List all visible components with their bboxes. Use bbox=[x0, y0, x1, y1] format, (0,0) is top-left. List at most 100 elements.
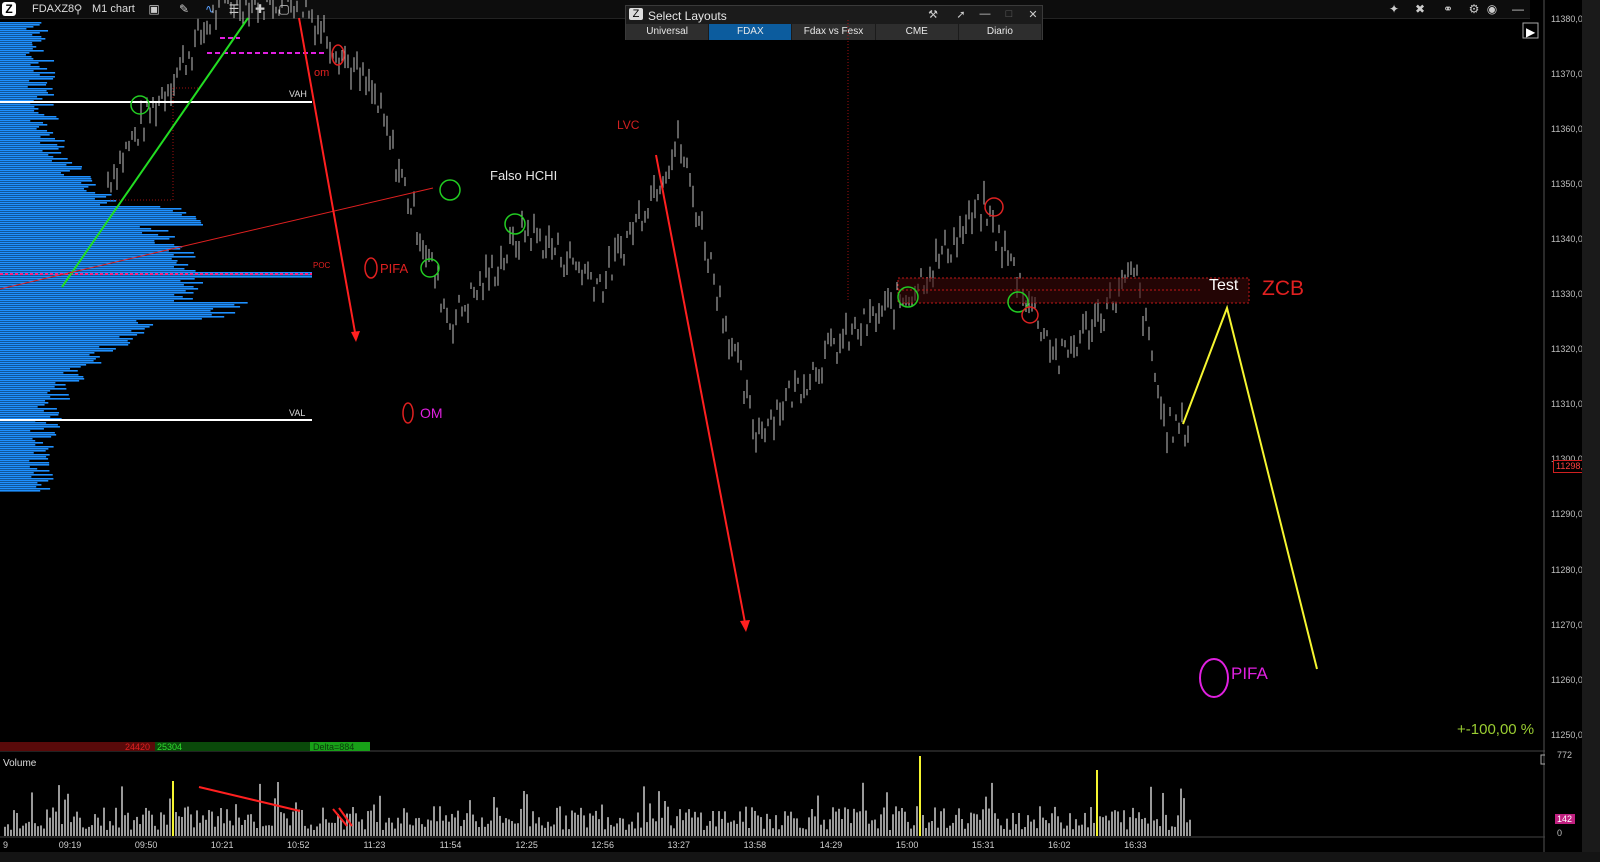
profile-bar bbox=[0, 490, 41, 492]
price-tick-label: 11320,0 bbox=[1551, 344, 1583, 355]
profile-bar bbox=[0, 442, 44, 444]
volume-bar bbox=[106, 829, 108, 836]
green-circle-2[interactable] bbox=[439, 179, 461, 201]
volume-current-badge: 142 bbox=[1555, 814, 1575, 824]
volume-bar bbox=[109, 821, 111, 836]
volume-bar bbox=[481, 817, 483, 836]
red-circle-2[interactable] bbox=[1021, 306, 1039, 324]
volume-bar bbox=[844, 807, 846, 836]
volume-bar bbox=[187, 806, 189, 836]
profile-bar bbox=[0, 146, 65, 148]
volume-bar bbox=[847, 809, 849, 836]
red-circle-1[interactable] bbox=[984, 197, 1004, 217]
volume-bar bbox=[1084, 812, 1086, 836]
profile-bar bbox=[0, 386, 55, 388]
collapse-icon[interactable]: ▶ bbox=[1526, 25, 1536, 39]
pifa-ellipse-1[interactable] bbox=[364, 257, 378, 279]
volume-bar bbox=[751, 807, 753, 836]
volume-bar bbox=[604, 829, 606, 836]
profile-bar bbox=[0, 86, 28, 88]
profile-bar bbox=[0, 368, 70, 370]
volume-bar bbox=[1114, 810, 1116, 836]
profile-bar bbox=[0, 258, 172, 260]
volume-bar bbox=[871, 820, 873, 836]
volume-bar bbox=[670, 825, 672, 836]
volume-bar bbox=[277, 782, 279, 836]
volume-bar bbox=[1078, 825, 1080, 836]
volume-bar bbox=[1066, 825, 1068, 836]
volume-bar bbox=[220, 808, 222, 836]
volume-bar bbox=[994, 813, 996, 836]
yellow-projection[interactable] bbox=[1182, 304, 1318, 670]
volume-bar bbox=[1057, 816, 1059, 836]
volume-bar bbox=[223, 823, 225, 836]
volume-bar bbox=[601, 804, 603, 836]
om-ellipse-big[interactable] bbox=[402, 402, 414, 424]
profile-bar bbox=[0, 328, 145, 330]
volume-bar bbox=[907, 821, 909, 836]
arrow-1[interactable] bbox=[298, 17, 357, 339]
green-circle-3[interactable] bbox=[420, 258, 440, 278]
volume-bar bbox=[463, 819, 465, 836]
time-tick-label: 9 bbox=[3, 840, 8, 850]
volume-bar bbox=[46, 809, 48, 836]
volume-bar bbox=[352, 807, 354, 836]
volume-bar bbox=[295, 802, 297, 836]
volume-bar bbox=[610, 824, 612, 836]
volume-bar bbox=[157, 829, 159, 836]
profile-bar bbox=[0, 242, 155, 244]
volume-bar bbox=[478, 827, 480, 836]
pifa-ellipse-2[interactable] bbox=[1199, 658, 1229, 698]
volume-bar bbox=[904, 811, 906, 836]
volume-bar bbox=[895, 806, 897, 836]
volume-bar bbox=[562, 829, 564, 836]
time-tick-label: 11:23 bbox=[363, 840, 385, 850]
volume-bar bbox=[709, 821, 711, 836]
volume-bar bbox=[367, 811, 369, 836]
volume-bar bbox=[664, 801, 666, 836]
volume-arrow[interactable] bbox=[198, 786, 301, 812]
green-circle-1[interactable] bbox=[130, 95, 150, 115]
vertical-scrollbar[interactable] bbox=[1582, 0, 1600, 862]
volume-bar bbox=[37, 826, 39, 836]
profile-bar bbox=[0, 302, 248, 304]
profile-bar bbox=[0, 96, 38, 98]
volume-bar bbox=[889, 829, 891, 836]
profile-bar bbox=[0, 230, 169, 232]
volume-bar bbox=[949, 825, 951, 836]
volume-bar bbox=[235, 804, 237, 836]
volume-bar bbox=[40, 825, 42, 836]
volume-bar bbox=[571, 810, 573, 836]
profile-bar bbox=[0, 324, 154, 326]
price-tick-label: 11330,0 bbox=[1551, 289, 1583, 299]
horizontal-scrollbar[interactable] bbox=[0, 852, 1600, 862]
profile-bar bbox=[0, 422, 47, 424]
profile-bar bbox=[0, 444, 36, 446]
volume-bar bbox=[496, 807, 498, 836]
volume-bar bbox=[646, 822, 648, 836]
volume-bar bbox=[532, 811, 534, 836]
profile-bar bbox=[0, 460, 30, 462]
volume-bar bbox=[757, 815, 759, 836]
volume-bar bbox=[1021, 829, 1023, 836]
volume-bar bbox=[679, 809, 681, 836]
volume-bar bbox=[436, 821, 438, 836]
arrow-2[interactable] bbox=[655, 154, 747, 629]
volume-bar bbox=[1135, 818, 1137, 836]
volume-bar bbox=[499, 815, 501, 836]
time-tick-label: 16:02 bbox=[1048, 840, 1071, 850]
time-tick-label: 15:31 bbox=[972, 840, 995, 850]
profile-bar bbox=[0, 94, 54, 96]
volume-bar bbox=[685, 812, 687, 836]
volume-bar bbox=[1138, 812, 1140, 836]
volume-bar bbox=[1108, 820, 1110, 836]
profile-bar bbox=[0, 446, 54, 448]
profile-bar bbox=[0, 170, 70, 172]
profile-bar bbox=[0, 468, 38, 470]
profile-bar bbox=[0, 234, 159, 236]
price-chart[interactable]: VAH VAL POC om Falso HCHI LVC PIFA OM Te… bbox=[0, 0, 1545, 852]
profile-bar bbox=[0, 218, 197, 220]
time-tick-label: 11:54 bbox=[440, 840, 462, 850]
volume-bar bbox=[625, 829, 627, 836]
profile-bar bbox=[0, 456, 47, 458]
